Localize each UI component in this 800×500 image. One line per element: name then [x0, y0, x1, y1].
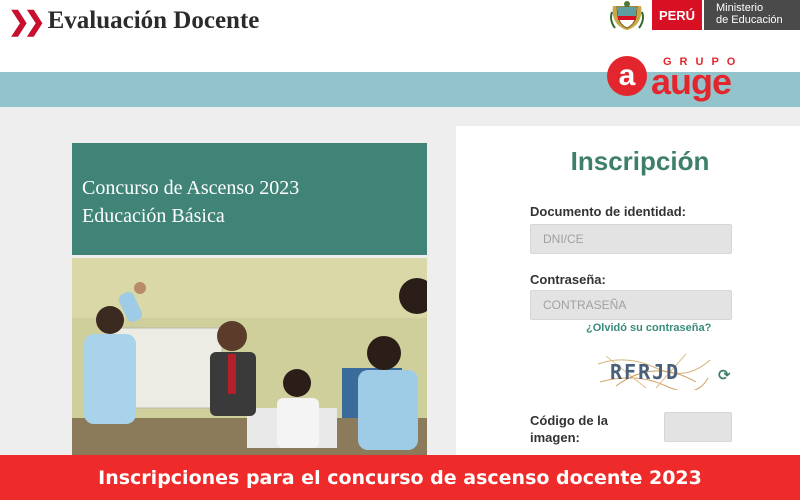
- captcha-code-label: Código de la imagen:: [530, 413, 608, 445]
- bottom-banner: Inscripciones para el concurso de ascens…: [0, 455, 800, 500]
- peru-flag-label: PERÚ: [652, 0, 702, 30]
- refresh-icon[interactable]: ⟳: [718, 366, 731, 384]
- brand-title: Evaluación Docente: [47, 7, 260, 34]
- auge-wordmark: auge: [651, 61, 732, 102]
- form-title: Inscripción: [570, 146, 710, 176]
- password-input[interactable]: [530, 290, 732, 320]
- document-label: Documento de identidad:: [530, 204, 686, 219]
- ministry-label: Ministerio de Educación: [704, 0, 800, 30]
- ministry-label-line2: de Educación: [716, 14, 783, 26]
- promo-title-box: Concurso de Ascenso 2023 Educación Básic…: [72, 143, 427, 255]
- registration-form: Inscripción Documento de identidad: Cont…: [456, 126, 800, 455]
- promo-title-line1: Concurso de Ascenso 2023: [82, 177, 300, 199]
- double-chevron-icon: ❯❯: [8, 5, 45, 36]
- classroom-photo: [72, 258, 427, 455]
- auge-circle-icon: a: [607, 56, 647, 96]
- captcha-code-input[interactable]: [664, 412, 732, 442]
- ministry-label-line1: Ministerio: [716, 2, 764, 14]
- promo-title-line2: Educación Básica: [82, 205, 225, 227]
- forgot-password-link[interactable]: ¿Olvidó su contraseña?: [586, 322, 711, 334]
- classroom-photo-illustration: [72, 258, 427, 455]
- grupo-auge-logo: a GRUPO auge: [605, 56, 765, 106]
- coat-of-arms-icon: [610, 1, 644, 30]
- captcha-image: RFRJD: [596, 352, 712, 392]
- password-label: Contraseña:: [530, 272, 606, 287]
- brand[interactable]: ❯❯ Evaluación Docente: [8, 4, 259, 38]
- document-input[interactable]: [530, 224, 732, 254]
- captcha-text: RFRJD: [610, 360, 681, 384]
